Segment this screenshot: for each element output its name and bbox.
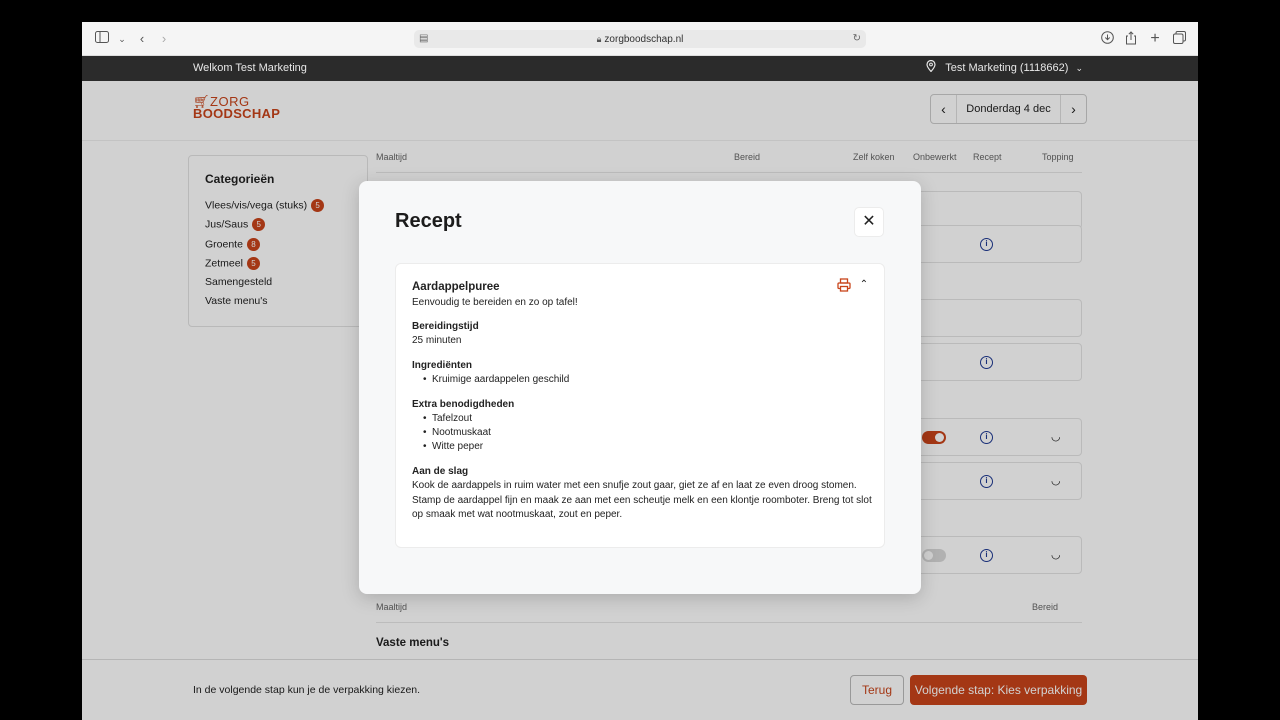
chevron-down-icon: ⌄ — [1075, 63, 1083, 73]
extra-item: Nootmuskaat — [423, 427, 491, 438]
location-selector[interactable]: Test Marketing (1118662) ⌄ — [926, 56, 1083, 81]
new-tab-icon[interactable]: + — [1147, 31, 1163, 47]
reload-icon[interactable]: ↻ — [853, 30, 861, 48]
steps-title: Aan de slag — [412, 466, 469, 477]
print-icon[interactable] — [837, 278, 851, 292]
extra-item: Tafelzout — [423, 413, 472, 424]
welcome-text: Welkom Test Marketing — [193, 62, 307, 74]
ingredient-item: Kruimige aardappelen geschild — [423, 374, 569, 385]
prep-time-value: 25 minuten — [412, 335, 462, 346]
ingredients-title: Ingrediënten — [412, 360, 473, 371]
url-text: zorgboodschap.nl — [604, 34, 684, 45]
close-button[interactable]: ✕ — [854, 207, 884, 237]
recipe-modal: Recept ✕ Aardappelpuree Eenvoudig te ber… — [359, 181, 921, 594]
lock-icon: 🔒︎ — [596, 34, 602, 44]
page-settings-icon[interactable]: ▤ — [419, 30, 428, 48]
modal-title: Recept — [395, 210, 462, 232]
browser-window: ⌄ ‹ › ▤ 🔒︎ zorgboodschap.nl ↻ + Welkom Te… — [82, 22, 1198, 720]
browser-toolbar: ⌄ ‹ › ▤ 🔒︎ zorgboodschap.nl ↻ + — [82, 22, 1198, 56]
close-icon: ✕ — [862, 213, 876, 230]
extra-item: Witte peper — [423, 441, 483, 452]
site-topbar: Welkom Test Marketing Test Marketing (11… — [82, 56, 1198, 81]
recipe-name: Aardappelpuree — [412, 281, 500, 293]
address-bar[interactable]: ▤ 🔒︎ zorgboodschap.nl ↻ — [414, 30, 866, 48]
prep-time-title: Bereidingstijd — [412, 321, 479, 332]
location-label: Test Marketing (1118662) — [945, 62, 1069, 74]
location-pin-icon — [926, 59, 939, 74]
download-icon[interactable] — [1099, 31, 1115, 47]
sidebar-toggle-icon[interactable] — [94, 31, 110, 47]
back-arrow-icon[interactable]: ‹ — [134, 31, 150, 47]
chevron-down-icon[interactable]: ⌄ — [114, 31, 130, 47]
share-icon[interactable] — [1123, 31, 1139, 47]
tabs-overview-icon[interactable] — [1171, 31, 1187, 47]
steps-text: Kook de aardappels in ruim water met een… — [412, 480, 872, 520]
chevron-up-icon[interactable]: ⌃ — [858, 278, 870, 292]
recipe-subtitle: Eenvoudig te bereiden en zo op tafel! — [412, 297, 578, 308]
extras-title: Extra benodigdheden — [412, 399, 515, 410]
forward-arrow-icon[interactable]: › — [156, 31, 172, 47]
recipe-card: Aardappelpuree Eenvoudig te bereiden en … — [395, 263, 885, 548]
